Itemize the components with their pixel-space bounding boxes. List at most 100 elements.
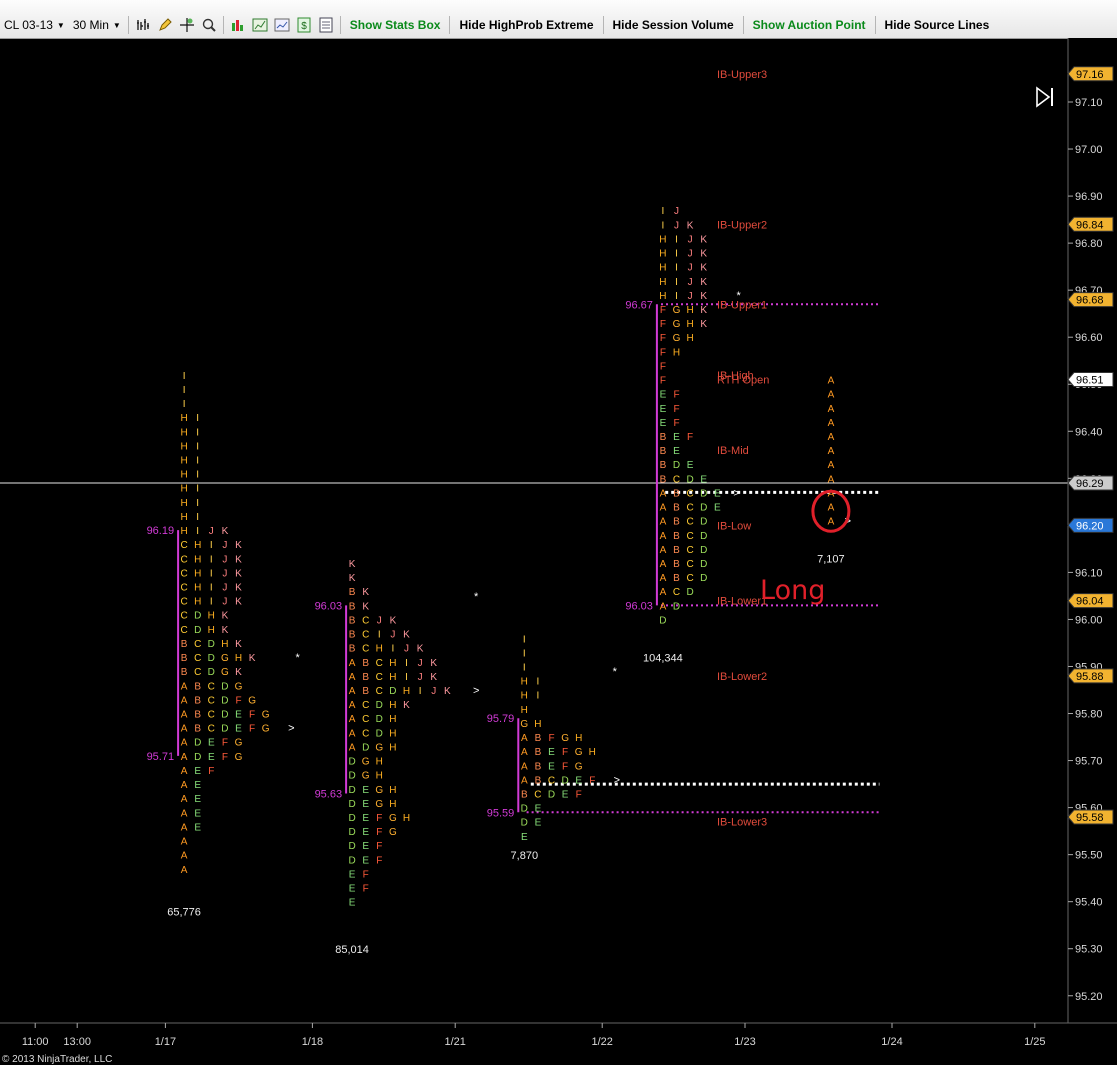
tpo-letter: F <box>222 738 228 749</box>
tpo-letter: E <box>349 898 356 909</box>
tpo-letter: E <box>575 775 582 786</box>
tpo-letter: G <box>389 827 397 838</box>
toolbar-divider <box>449 16 451 34</box>
tpo-letter: A <box>181 780 188 791</box>
tpo-letter: D <box>208 653 215 664</box>
play-forward-icon[interactable] <box>1034 85 1058 109</box>
ib-low-label: 95.71 <box>147 751 175 763</box>
tpo-letter: I <box>183 385 186 396</box>
data-box-icon[interactable] <box>317 16 335 34</box>
tpo-letter: G <box>262 710 270 721</box>
tpo-letter: A <box>181 695 188 706</box>
tpo-letter: H <box>659 234 666 245</box>
tpo-letter: D <box>376 700 383 711</box>
tpo-letter: C <box>686 488 693 499</box>
dollar-icon[interactable]: $ <box>295 16 313 34</box>
tpo-letter: H <box>194 597 201 608</box>
tpo-letter: H <box>194 554 201 565</box>
tpo-letter: F <box>376 841 382 852</box>
tpo-letter: F <box>660 347 666 358</box>
tpo-letter: G <box>221 653 229 664</box>
tpo-letter: C <box>686 503 693 514</box>
tpo-letter: H <box>180 512 187 523</box>
tpo-letter: C <box>208 724 215 735</box>
timeframe-selector[interactable]: 30 Min ▼ <box>69 14 125 36</box>
zoom-icon[interactable] <box>200 16 218 34</box>
tpo-letter: I <box>196 484 199 495</box>
market-profile-chart[interactable]: 97.1097.0096.9096.8096.7096.6096.5096.40… <box>0 38 1117 1065</box>
tpo-letter: E <box>349 884 356 895</box>
profile-marker: * <box>474 591 479 603</box>
tpo-letter: A <box>181 851 188 862</box>
bar-style-icon[interactable] <box>134 16 152 34</box>
tpo-letter: B <box>673 488 680 499</box>
tpo-letter: G <box>673 305 681 316</box>
time-tick-label: 1/18 <box>302 1036 323 1048</box>
tpo-letter: A <box>181 865 188 876</box>
ib-level-label: IB-Low <box>717 520 751 532</box>
ib-level-label: IB-Lower3 <box>717 817 767 829</box>
tpo-letter: H <box>659 277 666 288</box>
hide-highprob-extreme-button[interactable]: Hide HighProb Extreme <box>453 14 599 36</box>
tpo-letter: H <box>180 441 187 452</box>
tpo-letter: D <box>208 667 215 678</box>
chart-props-icon[interactable] <box>229 16 247 34</box>
tpo-letter: F <box>589 775 595 786</box>
hide-source-lines-button[interactable]: Hide Source Lines <box>879 14 996 36</box>
tpo-letter: I <box>210 583 213 594</box>
tpo-letter: D <box>348 799 355 810</box>
tpo-letter: H <box>180 484 187 495</box>
price-tag-label: 96.84 <box>1076 219 1104 231</box>
tpo-letter: E <box>349 869 356 880</box>
tpo-letter: I <box>210 597 213 608</box>
tpo-letter: H <box>534 719 541 730</box>
strategies-icon[interactable] <box>273 16 291 34</box>
tpo-letter: C <box>180 554 187 565</box>
tpo-letter: B <box>660 460 667 471</box>
ib-high-label: 96.67 <box>625 299 653 311</box>
tpo-letter: K <box>700 263 707 274</box>
pencil-draw-icon[interactable] <box>156 16 174 34</box>
tpo-letter: K <box>222 526 229 537</box>
tpo-letter: D <box>700 531 707 542</box>
tpo-letter: K <box>700 277 707 288</box>
indicators-icon[interactable] <box>251 16 269 34</box>
tpo-letter: H <box>686 333 693 344</box>
tpo-letter: K <box>235 583 242 594</box>
tpo-letter: H <box>235 653 242 664</box>
hide-session-volume-button[interactable]: Hide Session Volume <box>607 14 740 36</box>
tpo-letter: H <box>589 747 596 758</box>
tpo-letter: I <box>210 568 213 579</box>
tpo-letter: K <box>222 611 229 622</box>
ib-low-label: 95.59 <box>487 807 515 819</box>
profile-marker: > <box>288 723 294 735</box>
toolbar-divider <box>874 16 876 34</box>
toolbar-divider <box>339 16 341 34</box>
svg-text:$: $ <box>301 21 307 32</box>
price-tag-label: 96.04 <box>1076 596 1104 608</box>
tpo-letter: E <box>362 799 369 810</box>
tpo-letter: F <box>208 766 214 777</box>
price-tick-label: 95.50 <box>1075 850 1103 862</box>
tpo-letter: C <box>548 775 555 786</box>
price-tick-label: 95.80 <box>1075 709 1103 721</box>
tpo-letter: A <box>181 752 188 763</box>
tpo-letter: G <box>248 695 256 706</box>
tpo-letter: J <box>222 540 227 551</box>
tpo-letter: D <box>221 710 228 721</box>
profile-marker: * <box>613 666 618 678</box>
session-volume-label: 7,107 <box>817 554 845 566</box>
ib-high-label: 96.03 <box>315 600 343 612</box>
tpo-letter: D <box>348 855 355 866</box>
show-auction-point-button[interactable]: Show Auction Point <box>747 14 872 36</box>
crosshair-icon[interactable] <box>178 16 196 34</box>
ib-level-label: IB-Lower2 <box>717 671 767 683</box>
tpo-letter: C <box>180 568 187 579</box>
tpo-letter: H <box>686 319 693 330</box>
tpo-letter: A <box>349 686 356 697</box>
tpo-letter: I <box>405 672 408 683</box>
tpo-letter: B <box>349 615 356 626</box>
show-stats-box-button[interactable]: Show Stats Box <box>344 14 447 36</box>
tpo-letter: G <box>362 757 370 768</box>
instrument-selector[interactable]: CL 03-13 ▼ <box>0 14 69 36</box>
